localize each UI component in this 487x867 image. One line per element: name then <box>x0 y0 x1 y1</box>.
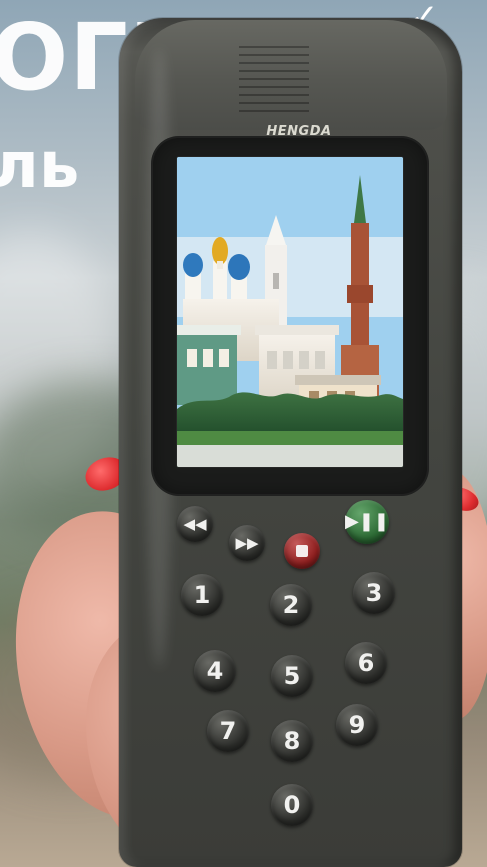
key-5-label: 5 <box>283 662 301 690</box>
fast-forward-button[interactable]: ▶▶ <box>229 525 265 561</box>
overlay-subheadline: ль <box>0 129 80 203</box>
rewind-icon: ◀◀ <box>183 515 207 533</box>
keypad: ◀◀ ▶▶ ▶❚❚ 1 2 3 4 5 6 7 8 9 0 <box>119 18 462 867</box>
key-5-button[interactable]: 5 <box>271 655 313 697</box>
fast-forward-icon: ▶▶ <box>235 534 259 552</box>
play-pause-icon: ▶❚❚ <box>345 511 390 532</box>
key-9-label: 9 <box>348 711 366 739</box>
key-4-label: 4 <box>206 657 224 685</box>
key-1-label: 1 <box>193 581 211 609</box>
key-2-label: 2 <box>282 591 300 619</box>
key-4-button[interactable]: 4 <box>194 650 236 692</box>
stop-icon <box>296 545 308 557</box>
photo-scene: ОГИД ль ✓ ✓ ✓ ✓ HENGDA <box>0 0 487 867</box>
rewind-button[interactable]: ◀◀ <box>177 506 213 542</box>
key-7-label: 7 <box>219 717 237 745</box>
key-9-button[interactable]: 9 <box>336 704 378 746</box>
key-8-button[interactable]: 8 <box>271 720 313 762</box>
key-2-button[interactable]: 2 <box>270 584 312 626</box>
key-1-button[interactable]: 1 <box>181 574 223 616</box>
audio-guide-device: HENGDA ◀◀ ▶▶ ▶❚❚ 1 2 3 4 5 6 7 8 9 0 <box>119 18 462 867</box>
key-7-button[interactable]: 7 <box>207 710 249 752</box>
key-8-label: 8 <box>283 727 301 755</box>
key-0-label: 0 <box>283 791 301 819</box>
key-3-label: 3 <box>365 579 383 607</box>
key-6-label: 6 <box>357 649 375 677</box>
stop-button[interactable] <box>284 533 320 569</box>
play-pause-button[interactable]: ▶❚❚ <box>345 500 389 544</box>
key-3-button[interactable]: 3 <box>353 572 395 614</box>
key-0-button[interactable]: 0 <box>271 784 313 826</box>
key-6-button[interactable]: 6 <box>345 642 387 684</box>
